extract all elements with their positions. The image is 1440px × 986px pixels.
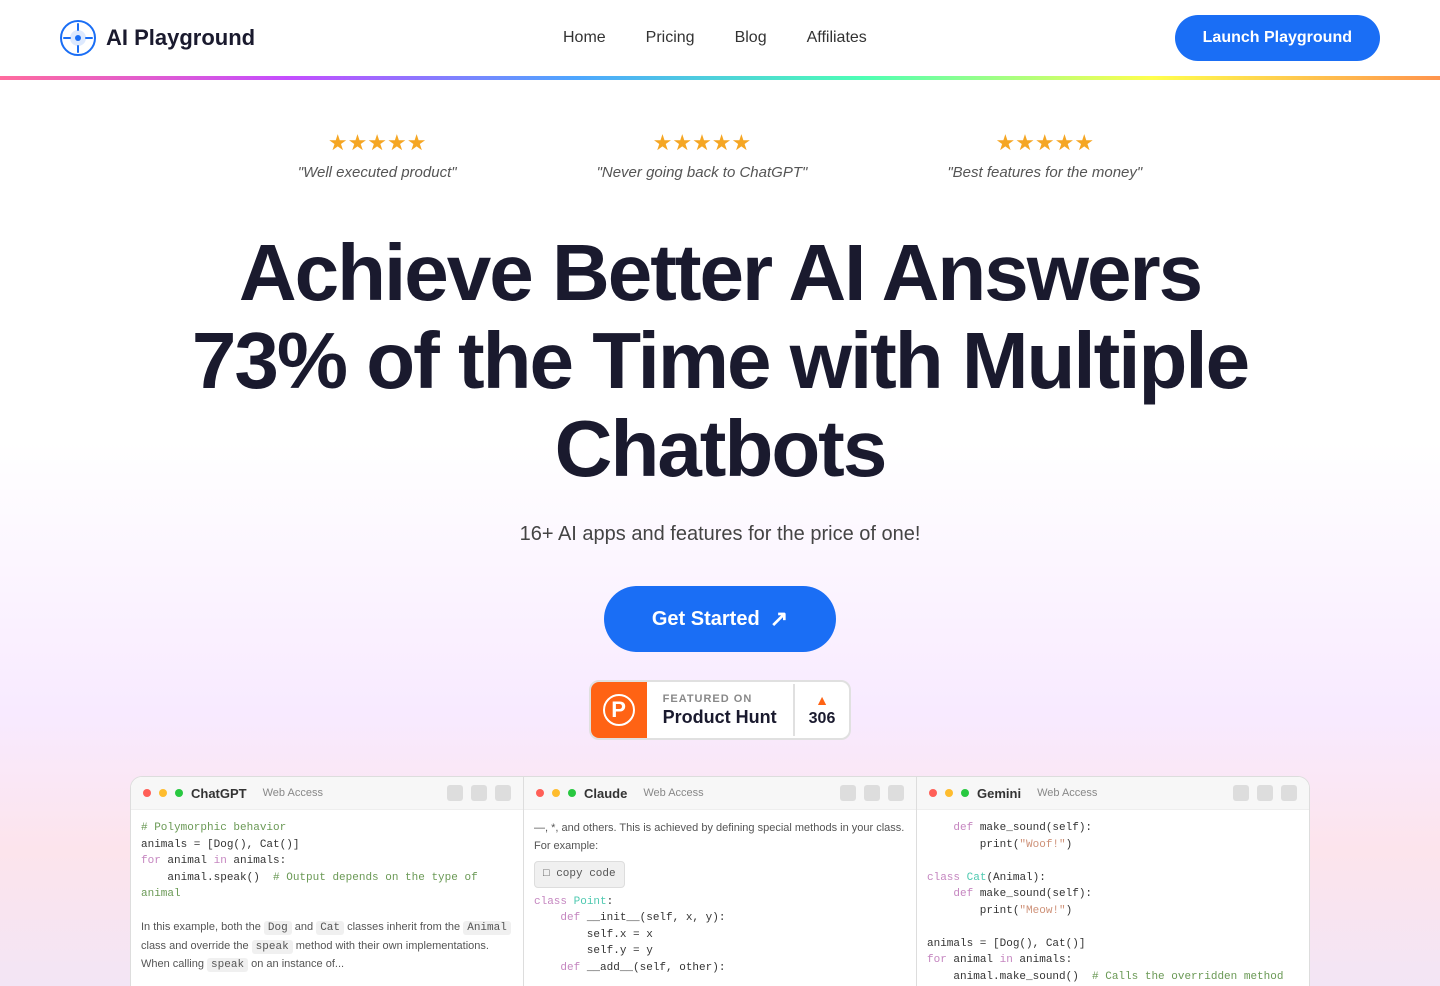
dot-yellow-3 — [945, 789, 953, 797]
claude-panel: Claude Web Access —, *, and others. This… — [524, 777, 917, 986]
action-icon-2 — [471, 785, 487, 801]
review-2: ★★★★★ "Never going back to ChatGPT" — [597, 130, 808, 181]
action-icon-5 — [864, 785, 880, 801]
gemini-panel-header: Gemini Web Access — [917, 777, 1309, 810]
ph-info: FEATURED ON Product Hunt — [647, 685, 793, 736]
chatgpt-panel: ChatGPT Web Access # Polymorphic behavio… — [131, 777, 524, 986]
get-started-button[interactable]: Get Started ↗ — [604, 586, 836, 652]
dot-red-2 — [536, 789, 544, 797]
app-screenshot: ChatGPT Web Access # Polymorphic behavio… — [130, 776, 1310, 986]
launch-playground-button[interactable]: Launch Playground — [1175, 15, 1380, 61]
logo-icon — [60, 20, 96, 56]
stars-2: ★★★★★ — [653, 130, 752, 156]
dot-yellow-2 — [552, 789, 560, 797]
dot-green-3 — [961, 789, 969, 797]
copy-code-box[interactable]: □ copy code — [534, 861, 625, 888]
chatgpt-panel-header: ChatGPT Web Access — [131, 777, 523, 810]
gemini-body: def make_sound(self): print("Woof!") cla… — [917, 810, 1309, 986]
nav-affiliates[interactable]: Affiliates — [807, 29, 867, 47]
gemini-web: Web Access — [1037, 787, 1097, 799]
gemini-title: Gemini — [977, 786, 1021, 801]
dot-red-1 — [143, 789, 151, 797]
action-icon-8 — [1257, 785, 1273, 801]
action-icon-7 — [1233, 785, 1249, 801]
ph-count: ▲ 306 — [793, 684, 850, 736]
nav-pricing[interactable]: Pricing — [646, 29, 695, 47]
review-text-1: "Well executed product" — [298, 164, 457, 181]
logo-link[interactable]: AI Playground — [60, 20, 255, 56]
chatgpt-body: # Polymorphic behavior animals = [Dog(),… — [131, 810, 523, 986]
main-headline: Achieve Better AI Answers 73% of the Tim… — [170, 229, 1270, 493]
dot-green-2 — [568, 789, 576, 797]
stars-3: ★★★★★ — [995, 130, 1094, 156]
chatgpt-actions — [447, 785, 511, 801]
reviews-row: ★★★★★ "Well executed product" ★★★★★ "Nev… — [298, 130, 1142, 181]
chatgpt-web: Web Access — [263, 787, 323, 799]
gemini-panel: Gemini Web Access def make_sound(self): … — [917, 777, 1309, 986]
claude-title: Claude — [584, 786, 627, 801]
claude-panel-header: Claude Web Access — [524, 777, 916, 810]
nav-blog[interactable]: Blog — [735, 29, 767, 47]
review-1: ★★★★★ "Well executed product" — [298, 130, 457, 181]
action-icon-3 — [495, 785, 511, 801]
review-text-3: "Best features for the money" — [947, 164, 1142, 181]
action-icon-6 — [888, 785, 904, 801]
hero-section: ★★★★★ "Well executed product" ★★★★★ "Nev… — [0, 80, 1440, 986]
action-icon-9 — [1281, 785, 1297, 801]
claude-web: Web Access — [643, 787, 703, 799]
ph-featured-label: FEATURED ON — [663, 693, 777, 705]
claude-body: —, *, and others. This is achieved by de… — [524, 810, 916, 986]
ph-upvote-arrow: ▲ — [815, 692, 829, 708]
cta-arrow-icon: ↗ — [770, 606, 788, 632]
ph-logo-letter: P — [603, 694, 635, 726]
dot-red-3 — [929, 789, 937, 797]
logo-text: AI Playground — [106, 25, 255, 51]
subheadline: 16+ AI apps and features for the price o… — [520, 523, 921, 546]
ph-vote-count: 306 — [809, 710, 836, 728]
ph-logo: P — [591, 682, 647, 738]
action-icon-1 — [447, 785, 463, 801]
action-icon-4 — [840, 785, 856, 801]
nav-home[interactable]: Home — [563, 29, 606, 47]
dot-yellow-1 — [159, 789, 167, 797]
navbar: AI Playground Home Pricing Blog Affiliat… — [0, 0, 1440, 76]
dot-green-1 — [175, 789, 183, 797]
ph-name: Product Hunt — [663, 707, 777, 728]
chatgpt-title: ChatGPT — [191, 786, 247, 801]
nav-links: Home Pricing Blog Affiliates — [563, 29, 867, 47]
stars-1: ★★★★★ — [328, 130, 427, 156]
claude-actions — [840, 785, 904, 801]
gemini-actions — [1233, 785, 1297, 801]
product-hunt-badge[interactable]: P FEATURED ON Product Hunt ▲ 306 — [589, 680, 852, 740]
review-text-2: "Never going back to ChatGPT" — [597, 164, 808, 181]
cta-label: Get Started — [652, 608, 760, 631]
review-3: ★★★★★ "Best features for the money" — [947, 130, 1142, 181]
